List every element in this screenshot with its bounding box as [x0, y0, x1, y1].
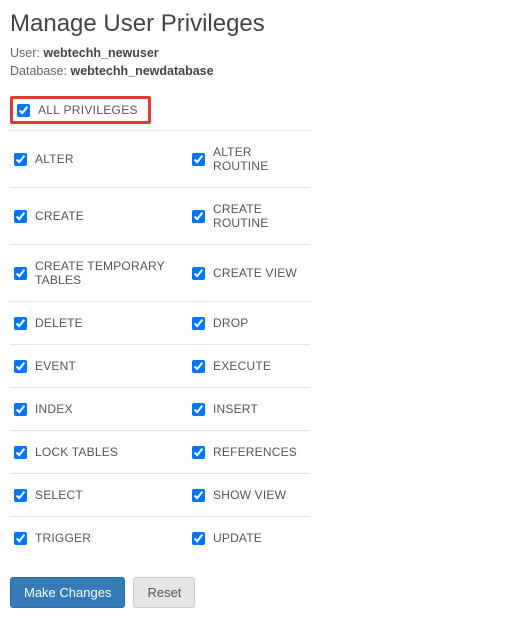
button-row: Make Changes Reset [10, 577, 509, 608]
privilege-row: LOCK TABLES REFERENCES [10, 430, 310, 473]
privilege-checkbox[interactable] [14, 317, 27, 330]
privilege-cell: ALTER ROUTINE [188, 131, 310, 187]
privilege-label[interactable]: REFERENCES [213, 445, 297, 459]
privilege-checkbox[interactable] [14, 489, 27, 502]
privilege-label[interactable]: CREATE [35, 209, 84, 223]
privilege-cell: EVENT [10, 345, 188, 387]
privilege-row: SELECT SHOW VIEW [10, 473, 310, 516]
all-privileges-highlight: ALL PRIVILEGES [10, 96, 151, 124]
privilege-row: CREATE TEMPORARY TABLES CREATE VIEW [10, 244, 310, 301]
privilege-label[interactable]: TRIGGER [35, 531, 91, 545]
privilege-label[interactable]: CREATE ROUTINE [213, 202, 306, 230]
privilege-checkbox[interactable] [14, 210, 27, 223]
privilege-label[interactable]: CREATE TEMPORARY TABLES [35, 259, 184, 287]
privilege-label[interactable]: SELECT [35, 488, 83, 502]
privilege-cell: EXECUTE [188, 345, 310, 387]
privilege-checkbox[interactable] [192, 210, 205, 223]
privilege-label[interactable]: EVENT [35, 359, 76, 373]
privilege-label[interactable]: UPDATE [213, 531, 262, 545]
make-changes-button[interactable]: Make Changes [10, 577, 125, 608]
all-privileges-checkbox[interactable] [17, 104, 30, 117]
privilege-checkbox[interactable] [192, 153, 205, 166]
privilege-checkbox[interactable] [192, 403, 205, 416]
privilege-checkbox[interactable] [192, 317, 205, 330]
privilege-label[interactable]: INDEX [35, 402, 73, 416]
privilege-label[interactable]: LOCK TABLES [35, 445, 118, 459]
privilege-checkbox[interactable] [14, 267, 27, 280]
privilege-cell: INSERT [188, 388, 310, 430]
privilege-row: CREATE CREATE ROUTINE [10, 187, 310, 244]
privilege-checkbox[interactable] [192, 532, 205, 545]
privilege-checkbox[interactable] [14, 153, 27, 166]
privilege-label[interactable]: CREATE VIEW [213, 266, 297, 280]
privilege-label[interactable]: ALTER [35, 152, 74, 166]
reset-button[interactable]: Reset [133, 577, 195, 608]
user-meta: User: webtechh_newuser [10, 46, 509, 60]
privilege-cell: CREATE ROUTINE [188, 188, 310, 244]
database-label: Database: [10, 64, 67, 78]
privilege-checkbox[interactable] [14, 403, 27, 416]
all-privileges-label[interactable]: ALL PRIVILEGES [38, 103, 138, 117]
privilege-row: TRIGGER UPDATE [10, 516, 310, 559]
privilege-label[interactable]: ALTER ROUTINE [213, 145, 306, 173]
privilege-cell: UPDATE [188, 517, 310, 559]
privilege-checkbox[interactable] [14, 446, 27, 459]
privilege-cell: LOCK TABLES [10, 431, 188, 473]
privilege-label[interactable]: EXECUTE [213, 359, 271, 373]
privilege-row: ALTER ALTER ROUTINE [10, 130, 310, 187]
privilege-label[interactable]: SHOW VIEW [213, 488, 286, 502]
privilege-row: DELETE DROP [10, 301, 310, 344]
privilege-cell: CREATE VIEW [188, 245, 310, 301]
user-label: User: [10, 46, 40, 60]
privilege-checkbox[interactable] [192, 489, 205, 502]
privilege-row: INDEX INSERT [10, 387, 310, 430]
privilege-label[interactable]: DELETE [35, 316, 83, 330]
privilege-cell: CREATE TEMPORARY TABLES [10, 245, 188, 301]
privilege-checkbox[interactable] [192, 267, 205, 280]
privilege-cell: DROP [188, 302, 310, 344]
privilege-checkbox[interactable] [14, 360, 27, 373]
privilege-label[interactable]: DROP [213, 316, 248, 330]
privilege-cell: DELETE [10, 302, 188, 344]
privilege-checkbox[interactable] [192, 360, 205, 373]
privileges-table: ALTERALTER ROUTINECREATECREATE ROUTINECR… [10, 130, 310, 559]
privilege-cell: REFERENCES [188, 431, 310, 473]
privilege-checkbox[interactable] [192, 446, 205, 459]
privilege-label[interactable]: INSERT [213, 402, 258, 416]
privilege-checkbox[interactable] [14, 532, 27, 545]
privilege-cell: CREATE [10, 188, 188, 244]
user-value: webtechh_newuser [43, 46, 158, 60]
privilege-cell: INDEX [10, 388, 188, 430]
page-title: Manage User Privileges [10, 10, 509, 38]
privilege-cell: SHOW VIEW [188, 474, 310, 516]
database-meta: Database: webtechh_newdatabase [10, 64, 509, 78]
privilege-cell: ALTER [10, 131, 188, 187]
privilege-cell: SELECT [10, 474, 188, 516]
database-value: webtechh_newdatabase [70, 64, 213, 78]
privilege-cell: TRIGGER [10, 517, 188, 559]
privilege-row: EVENT EXECUTE [10, 344, 310, 387]
